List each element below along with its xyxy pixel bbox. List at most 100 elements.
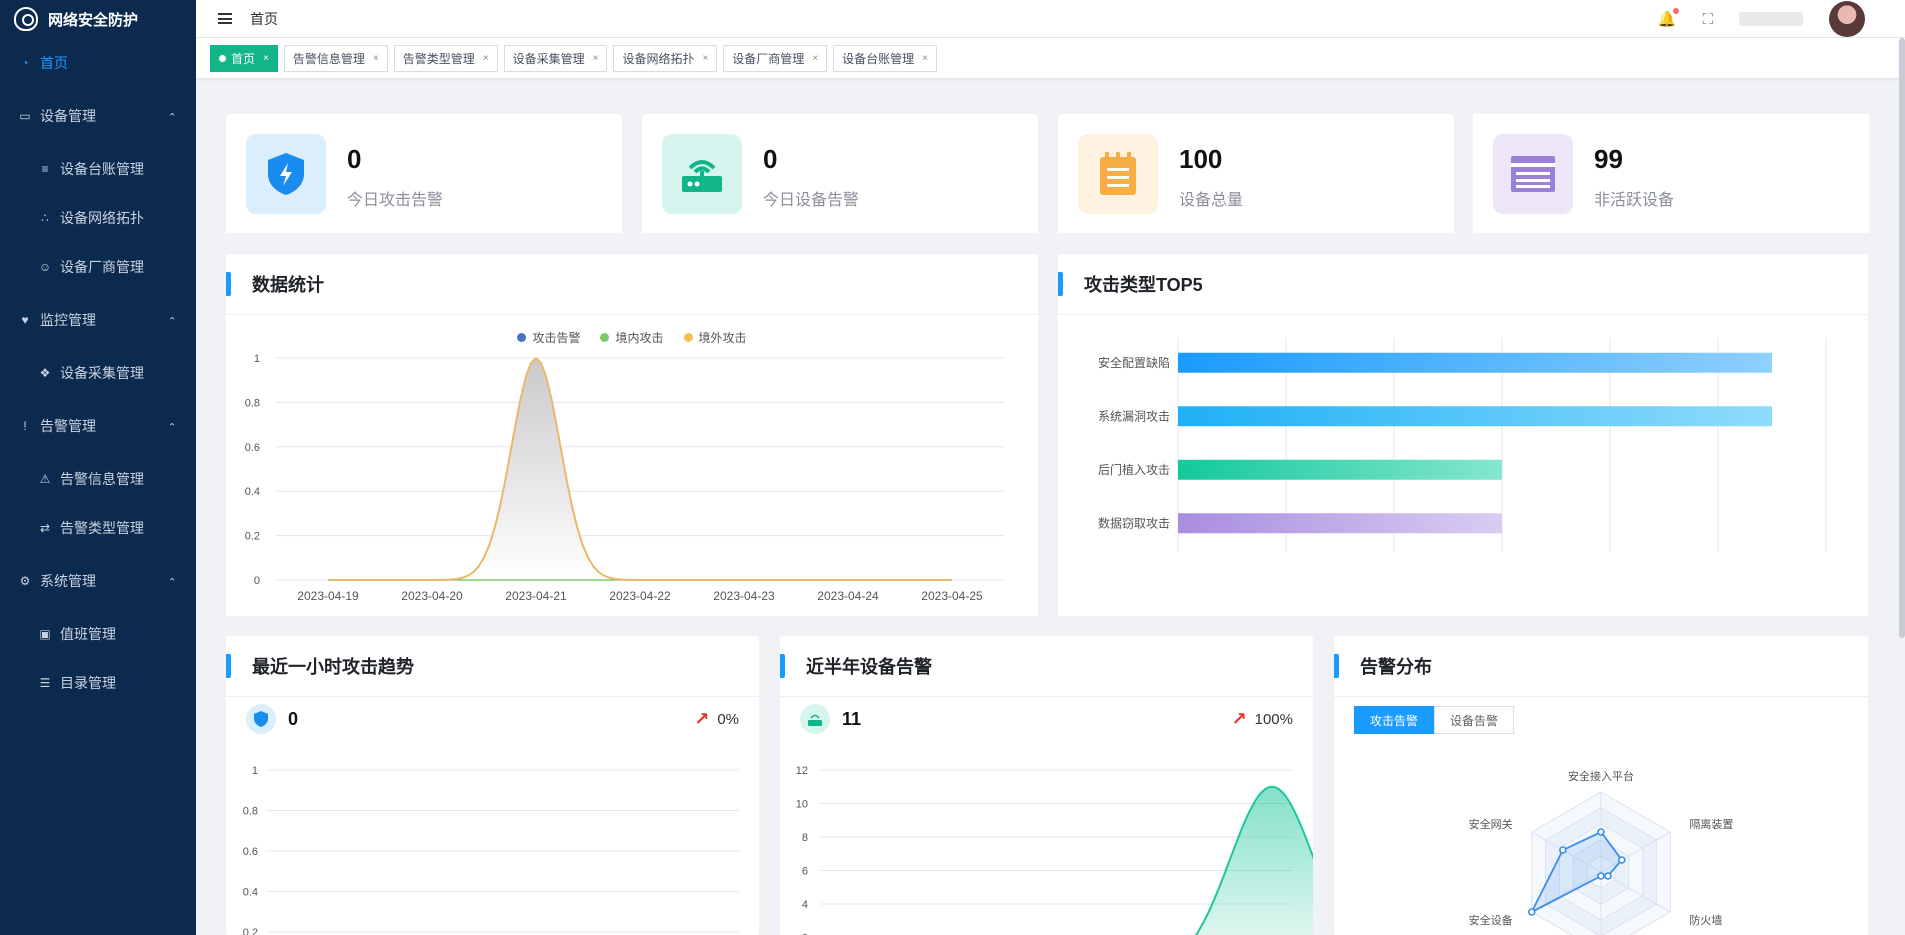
radar-point [1559, 846, 1567, 854]
tab-label: 设备采集管理 [512, 51, 585, 66]
panel-header: 攻击类型TOP5 [1058, 254, 1868, 315]
series-line-境外攻击 [328, 356, 952, 581]
tab-label: 首页 [231, 51, 256, 66]
stat-card[interactable]: 0 今日攻击告警 [226, 114, 622, 233]
tab-6[interactable]: 设备台账管理 × [833, 44, 938, 72]
shield-logo-icon [14, 7, 38, 31]
tab-3[interactable]: 设备采集管理 × [503, 44, 608, 72]
sidebar-item-label: 系统管理 [40, 572, 96, 589]
distribution-panel: 告警分布 攻击告警 设备告警 安全接入平台 隔离装置 防火墙 安全设备 安全网关 [1334, 636, 1868, 935]
y-category-label: 安全配置缺陷 [1098, 355, 1170, 370]
tab-label: 设备厂商管理 [732, 51, 805, 66]
sidebar-item-10[interactable]: ⚙ 系统管理 ⌄ [0, 552, 196, 609]
bar [1178, 352, 1772, 373]
tab-device-alert[interactable]: 设备告警 [1434, 706, 1515, 734]
x-tick-label: 2023-04-19 [297, 589, 359, 603]
sidebar-item-label: 告警管理 [40, 417, 96, 434]
chevron-up-icon: ⌄ [167, 420, 176, 431]
sidebar-item-9[interactable]: ⇄ 告警类型管理 [0, 503, 196, 552]
panel-header: 近半年设备告警 [780, 636, 1313, 697]
sidebar-item-6[interactable]: ❖ 设备采集管理 [0, 348, 196, 397]
y-tick-label: 0.4 [243, 887, 258, 899]
tab-4[interactable]: 设备网络拓扑 × [613, 44, 718, 72]
notepad-icon [1078, 134, 1158, 214]
x-tick-label: 2023-04-24 [817, 589, 879, 603]
data-stats-panel: 数据统计 攻击告警 境内攻击 境外攻击 0 0.2 0.4 0.6 0.8 1 2023-04-… [226, 254, 1038, 616]
sidebar-item-5[interactable]: ♥ 监控管理 ⌄ [0, 291, 196, 348]
sidebar-item-0[interactable]: ◔ 首页 [0, 38, 196, 87]
sidebar-item-11[interactable]: ▣ 值班管理 [0, 609, 196, 658]
close-icon[interactable]: × [922, 53, 928, 64]
users-icon: ☺ [38, 259, 52, 274]
close-icon[interactable]: × [702, 53, 708, 64]
sidebar-item-label: 设备网络拓扑 [60, 209, 144, 226]
sidebar-item-4[interactable]: ☺ 设备厂商管理 [0, 242, 196, 291]
app-logo[interactable]: 网络安全防护 [0, 0, 196, 38]
sidebar-item-12[interactable]: ☰ 目录管理 [0, 658, 196, 707]
y-tick-label: 0.6 [245, 442, 260, 454]
close-icon[interactable]: × [483, 53, 489, 64]
stat-card[interactable]: 99 非活跃设备 [1473, 114, 1869, 233]
bar [1178, 406, 1772, 427]
radar-indicator-label: 安全设备 [1469, 913, 1513, 927]
y-tick-label: 10 [796, 799, 808, 811]
x-tick-label: 2023-04-21 [505, 589, 567, 603]
sidebar-item-7[interactable]: ! 告警管理 ⌄ [0, 397, 196, 454]
y-tick-label: 1 [254, 353, 260, 365]
top5-chart: 安全配置缺陷系统漏洞攻击后门植入攻击数据窃取攻击 [1098, 338, 1827, 552]
tab-0[interactable]: 首页 × [210, 44, 278, 72]
avatar[interactable] [1829, 1, 1865, 37]
y-category-label: 后门植入攻击 [1098, 462, 1170, 477]
database-icon: ≡ [41, 161, 49, 176]
menu-toggle-icon[interactable] [218, 13, 232, 24]
cubes-icon: ❖ [39, 365, 51, 380]
data-stats-chart: 0 0.2 0.4 0.6 0.8 1 2023-04-19 2023-04-20 2023-0… [245, 353, 1004, 603]
tab-attack-alert[interactable]: 攻击告警 [1354, 706, 1435, 734]
stat-value: 0 [347, 144, 362, 174]
sidebar-item-3[interactable]: ∴ 设备网络拓扑 [0, 193, 196, 242]
y-tick-label: 0.8 [243, 806, 258, 818]
hour-change: ↗ 0% [694, 709, 739, 730]
tab-2[interactable]: 告警类型管理 × [393, 44, 498, 72]
hour-trend-chart: 1 0.8 0.6 0.4 0.2 [243, 765, 739, 935]
chevron-up-icon: ⌄ [167, 110, 176, 121]
page-scrollbar[interactable] [1899, 38, 1905, 638]
radar-indicator-label: 安全网关 [1469, 817, 1513, 831]
chevron-up-icon: ⌄ [167, 575, 176, 586]
close-icon[interactable]: × [373, 53, 379, 64]
sidebar-item-label: 告警类型管理 [60, 519, 144, 536]
bell-icon[interactable]: 🔔 [1658, 8, 1680, 28]
stat-card[interactable]: 0 今日设备告警 [642, 114, 1038, 233]
tab-5[interactable]: 设备厂商管理 × [723, 44, 828, 72]
half-change: ↗ 100% [1232, 709, 1293, 730]
sidebar-item-8[interactable]: ⚠ 告警信息管理 [0, 454, 196, 503]
stat-card[interactable]: 100 设备总量 [1058, 114, 1454, 233]
close-icon[interactable]: × [593, 53, 599, 64]
y-tick-label: 6 [802, 866, 808, 878]
close-icon[interactable]: × [812, 53, 818, 64]
radar-point [1527, 908, 1536, 916]
sidebar-item-1[interactable]: ▭ 设备管理 ⌄ [0, 87, 196, 144]
panel-title: 告警分布 [1360, 657, 1432, 677]
y-category-label: 数据窃取攻击 [1098, 515, 1170, 530]
radar-point [1617, 856, 1626, 864]
shield-icon [246, 704, 276, 734]
tabs-bar: 首页 × 告警信息管理 × 告警类型管理 × 设备采集管理 × 设备网络拓扑 × 设备厂商管理 × 设备… [196, 38, 1905, 79]
half-alert-count: 11 [842, 708, 862, 729]
y-tick-label: 4 [802, 899, 808, 911]
tab-label: 告警信息管理 [292, 51, 365, 66]
y-tick-label: 1 [252, 765, 258, 777]
pie-chart-icon: ◔ [21, 55, 29, 70]
x-tick-label: 2023-04-22 [609, 589, 671, 603]
hour-summary: 0 ↗ 0% [246, 699, 739, 739]
tab-1[interactable]: 告警信息管理 × [283, 44, 388, 72]
close-icon[interactable]: × [263, 53, 269, 64]
fullscreen-icon[interactable]: ⛶ [1702, 11, 1713, 28]
username-blurred[interactable] [1739, 12, 1803, 26]
y-tick-label: 0 [254, 575, 260, 587]
app-title: 网络安全防护 [48, 11, 139, 29]
sidebar: 网络安全防护 ◔ 首页 ▭ 设备管理 ⌄ ≡ 设备台账管理 ∴ 设备网络拓扑 ☺ 设备厂商管理 ♥ 监控… [0, 0, 196, 935]
sidebar-item-2[interactable]: ≡ 设备台账管理 [0, 144, 196, 193]
tab-label: 设备网络拓扑 [622, 51, 695, 66]
panel-title: 近半年设备告警 [806, 657, 932, 677]
